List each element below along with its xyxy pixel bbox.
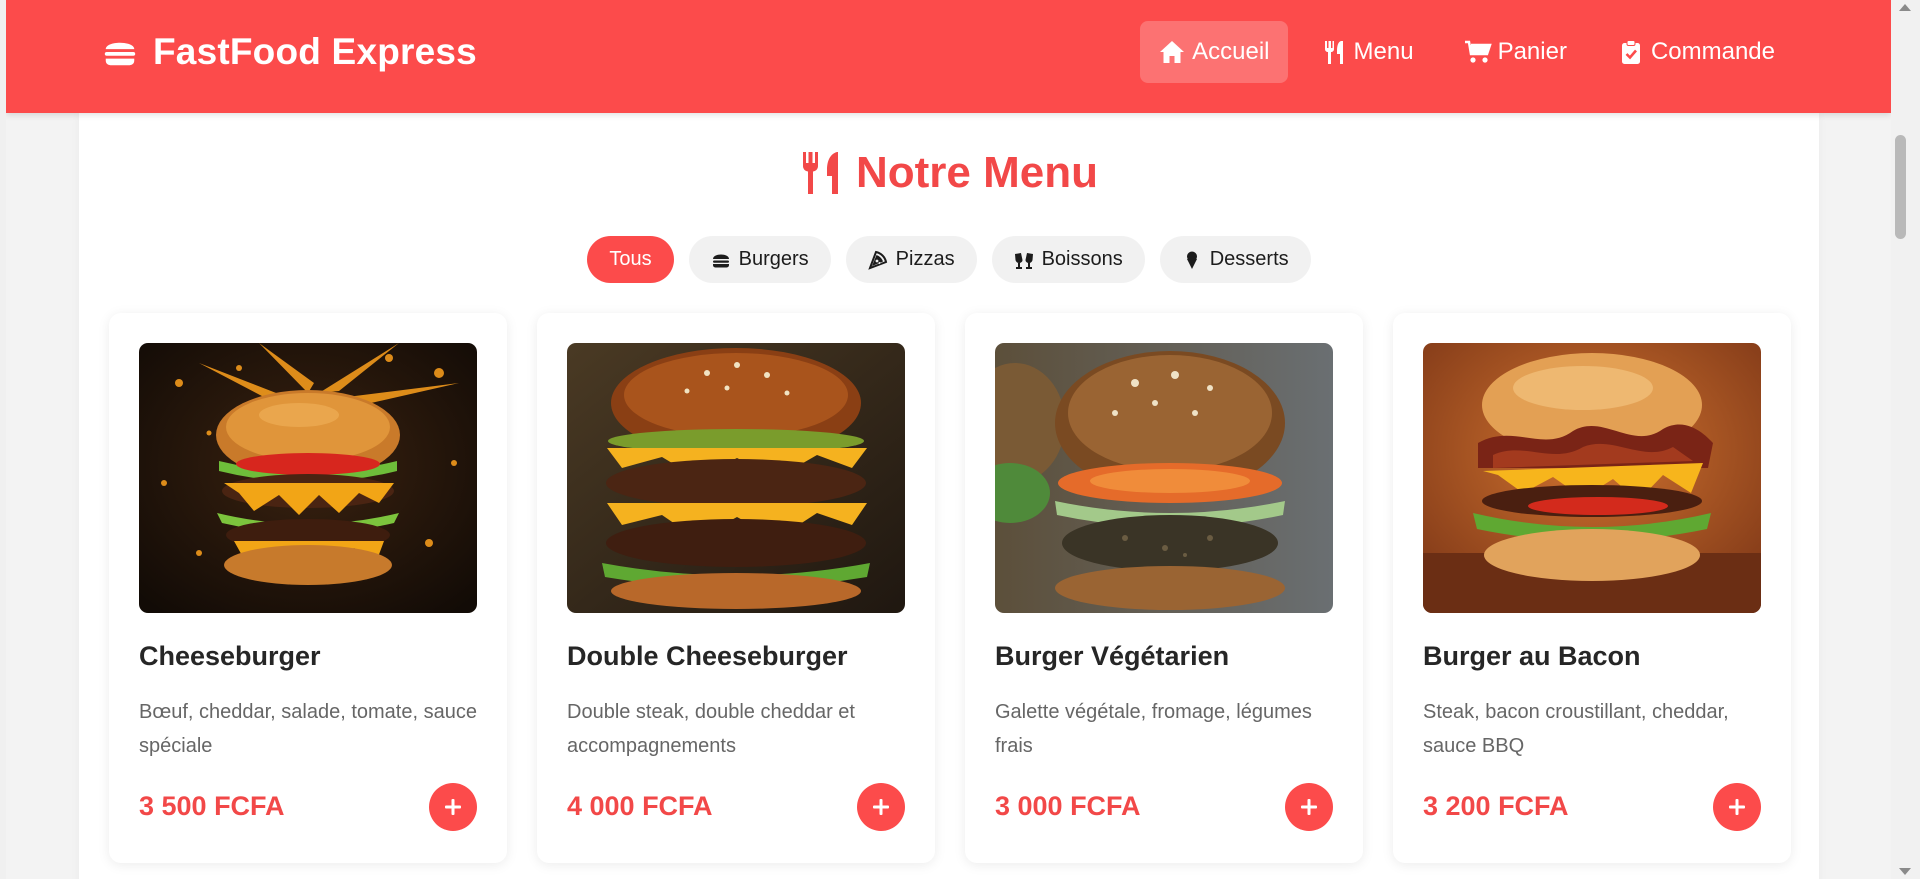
menu-item-description: Bœuf, cheddar, salade, tomate, sauce spé… [139,701,477,757]
filter-label: Pizzas [895,248,955,270]
brand-name: FastFood Express [153,31,477,72]
clipboard-check-icon [1621,40,1640,64]
scroll-down-arrow-icon[interactable] [1899,868,1911,875]
page-title: Notre Menu [79,148,1819,198]
navbar: FastFood Express Accueil Menu Panier Com… [6,0,1891,113]
menu-item-price: 4 000 FCFA [567,791,713,821]
main-nav: Accueil Menu Panier Commande [1140,21,1793,83]
plus-icon [1301,799,1317,815]
vertical-scrollbar[interactable] [1891,0,1920,879]
nav-label: Commande [1650,38,1775,65]
menu-item-card[interactable]: Burger au Bacon Steak, bacon croustillan… [1393,313,1791,863]
menu-item-name: Burger Végétarien [995,641,1230,671]
brand[interactable]: FastFood Express [101,31,477,73]
menu-item-name: Double Cheeseburger [567,641,848,671]
bacon-burger-photo [1423,343,1761,613]
filter-boissons[interactable]: Boissons [991,236,1145,283]
nav-label: Menu [1353,38,1414,65]
nav-item-panier[interactable]: Panier [1446,21,1585,83]
utensils-icon [803,152,838,194]
plus-icon [445,799,461,815]
nav-item-commande[interactable]: Commande [1599,21,1793,83]
filter-label: Burgers [738,248,809,270]
cheeseburger-photo [139,343,477,613]
filter-label: Boissons [1041,248,1123,270]
ice-cream-icon [1186,251,1197,269]
menu-item-card[interactable]: Cheeseburger Bœuf, cheddar, salade, toma… [109,313,507,863]
category-filters: Tous Burgers Pizzas Boissons Desserts [79,236,1819,283]
plus-icon [1729,799,1745,815]
pizza-slice-icon [867,250,887,270]
menu-item-card[interactable]: Burger Végétarien Galette végétale, from… [965,313,1363,863]
menu-items: Cheeseburger Bœuf, cheddar, salade, toma… [109,313,1791,863]
nav-item-accueil[interactable]: Accueil [1140,21,1288,83]
menu-item-price: 3 200 FCFA [1423,791,1569,821]
menu-section: Notre Menu Tous Burgers Pizzas Boissons … [79,113,1819,879]
menu-item-card[interactable]: Double Cheeseburger Double steak, double… [537,313,935,863]
menu-item-price: 3 500 FCFA [139,791,285,821]
nav-label: Panier [1497,38,1567,65]
veggie-burger-photo [995,343,1333,613]
filter-pizzas[interactable]: Pizzas [845,236,977,283]
menu-item-price: 3 000 FCFA [995,791,1141,821]
utensils-icon [1324,41,1343,64]
menu-item-description: Galette végétale, fromage, légumes frais [995,701,1312,757]
menu-item-name: Burger au Bacon [1423,641,1641,671]
filter-label: Tous [609,248,652,270]
add-to-cart-button[interactable] [429,783,477,831]
burger-icon [104,42,136,66]
burger-icon [712,254,729,267]
menu-item-description: Double steak, double cheddar et accompag… [567,701,855,757]
filter-burgers[interactable]: Burgers [688,236,831,283]
add-to-cart-button[interactable] [857,783,905,831]
nav-label: Accueil [1192,38,1270,65]
glasses-icon [1014,252,1033,269]
plus-icon [873,799,889,815]
page: FastFood Express Accueil Menu Panier Com… [6,0,1891,879]
scroll-up-arrow-icon[interactable] [1899,4,1911,11]
nav-item-menu[interactable]: Menu [1302,21,1432,83]
scrollbar-thumb[interactable] [1895,135,1906,239]
home-icon [1160,41,1185,63]
menu-item-name: Cheeseburger [139,641,321,671]
page-title-text: Notre Menu [856,148,1098,197]
filter-desserts[interactable]: Desserts [1159,236,1311,283]
filter-tous[interactable]: Tous [587,236,674,283]
add-to-cart-button[interactable] [1713,783,1761,831]
cart-icon [1464,40,1492,63]
menu-item-description: Steak, bacon croustillant, cheddar, sauc… [1423,701,1729,757]
filter-label: Desserts [1209,248,1289,270]
double-cheeseburger-photo [567,343,905,613]
add-to-cart-button[interactable] [1285,783,1333,831]
